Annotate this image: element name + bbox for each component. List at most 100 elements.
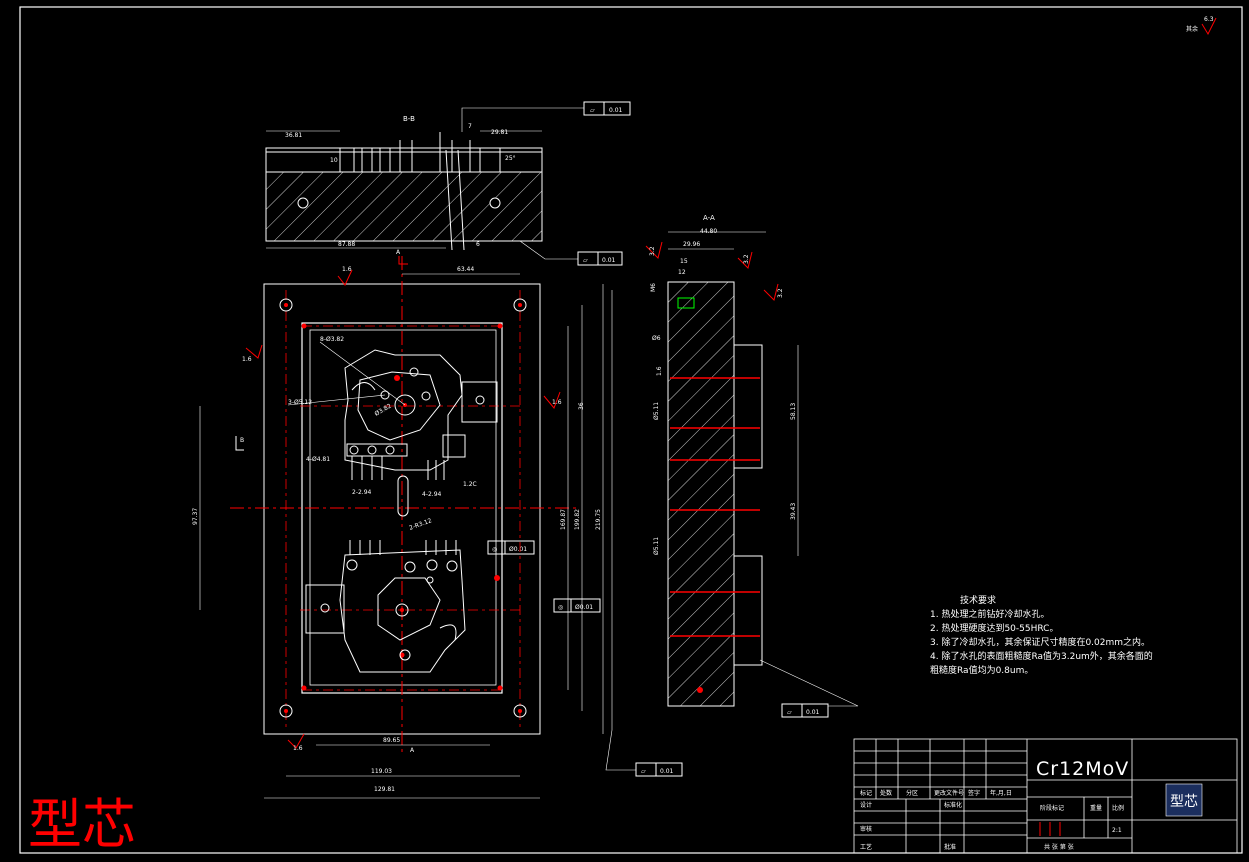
svg-text:▱: ▱ — [787, 709, 792, 716]
svg-text:处数: 处数 — [880, 789, 892, 797]
tolerance-frame-4: ◎ Ø0.01 — [553, 598, 601, 613]
svg-text:标准化: 标准化 — [944, 801, 962, 809]
svg-text:▱: ▱ — [590, 107, 595, 114]
svg-text:型芯: 型芯 — [1170, 794, 1198, 810]
tech-item-3: 3. 除了冷却水孔，其余保证尺寸精度在0.02mm之内。 — [930, 636, 1150, 648]
tech-item-4: 4. 除了水孔的表面粗糙度Ra值为3.2um外，其余各面的 — [930, 650, 1153, 662]
section-b-marker: B — [240, 437, 244, 444]
svg-text:44.80: 44.80 — [700, 228, 717, 235]
svg-text:审核: 审核 — [860, 825, 872, 833]
svg-text:重量: 重量 — [1090, 804, 1102, 812]
svg-text:119.03: 119.03 — [371, 768, 392, 775]
svg-text:标记: 标记 — [860, 789, 872, 797]
tolerance-frame-6: ▱ 0.01 — [635, 762, 683, 777]
svg-text:共 张 第 张: 共 张 第 张 — [1044, 843, 1074, 851]
svg-text:4-2.94: 4-2.94 — [422, 491, 442, 498]
tech-heading: 技术要求 — [960, 594, 996, 606]
svg-text:25°: 25° — [505, 155, 516, 162]
svg-text:0.01: 0.01 — [602, 257, 616, 264]
svg-text:4-Ø4.81: 4-Ø4.81 — [306, 456, 330, 463]
svg-text:设计: 设计 — [860, 801, 872, 809]
svg-text:1.6: 1.6 — [552, 399, 562, 406]
svg-text:129.81: 129.81 — [374, 786, 395, 793]
svg-text:Ø0.01: Ø0.01 — [509, 546, 527, 553]
svg-text:◎: ◎ — [558, 604, 563, 611]
svg-text:3.2: 3.2 — [649, 246, 656, 256]
svg-text:分区: 分区 — [906, 789, 918, 797]
svg-text:1.6: 1.6 — [293, 745, 303, 752]
plan-view: 63.44 89.65 119.03 129.81 169.87 199.82 … — [192, 249, 604, 799]
section-aa-view: A-A 44.80 29.96 15 12 M6 Ø6 1.6 58.13 39… — [645, 214, 799, 707]
svg-text:39.43: 39.43 — [790, 503, 797, 520]
svg-text:1.6: 1.6 — [656, 366, 663, 376]
svg-text:6: 6 — [476, 241, 480, 248]
sheet-border — [19, 6, 1243, 854]
tolerance-frame-3: ◎ Ø0.01 — [487, 540, 535, 555]
section-a-top: A — [396, 249, 401, 256]
section-bb-label: B-B — [403, 115, 415, 123]
svg-text:0.01: 0.01 — [660, 768, 674, 775]
svg-text:0.01: 0.01 — [806, 709, 820, 716]
logo-box: 型芯 — [1165, 783, 1203, 817]
svg-text:比例: 比例 — [1112, 804, 1124, 812]
general-surface-finish: 其余 6.3 — [1186, 16, 1217, 36]
section-a-bottom: A — [410, 747, 415, 754]
svg-text:签字: 签字 — [968, 789, 980, 797]
part-name: 型芯 — [28, 793, 136, 856]
svg-text:12: 12 — [678, 269, 686, 276]
svg-text:3.2: 3.2 — [743, 254, 750, 264]
svg-text:7: 7 — [468, 123, 472, 130]
svg-text:▱: ▱ — [641, 768, 646, 775]
svg-text:0.01: 0.01 — [609, 107, 623, 114]
svg-text:1.6: 1.6 — [342, 266, 352, 273]
svg-text:58.13: 58.13 — [790, 403, 797, 420]
tolerance-frame-5: ▱ 0.01 — [781, 703, 829, 718]
svg-text:29.96: 29.96 — [683, 241, 700, 248]
svg-text:▱: ▱ — [583, 257, 588, 264]
svg-text:36.81: 36.81 — [285, 132, 302, 139]
tech-item-2: 2. 热处理硬度达到50-55HRC。 — [930, 622, 1058, 634]
svg-text:10: 10 — [330, 157, 338, 164]
material: Cr12MoV — [1036, 758, 1129, 780]
scale-value: 2:1 — [1112, 827, 1122, 834]
svg-text:15: 15 — [680, 258, 688, 265]
svg-text:Ø5.11: Ø5.11 — [653, 537, 660, 555]
svg-text:63.44: 63.44 — [457, 266, 474, 273]
svg-text:年,月,日: 年,月,日 — [990, 789, 1012, 797]
svg-text:Ø5.11: Ø5.11 — [653, 402, 660, 420]
svg-text:Ø6: Ø6 — [652, 335, 661, 342]
title-block-text: Cr12MoV 标记 处数 分区 更改文件号 签字 年,月,日 设计 标准化 审… — [860, 758, 1129, 851]
svg-text:29.81: 29.81 — [491, 129, 508, 136]
svg-text:◎: ◎ — [492, 546, 497, 553]
svg-text:2-2.94: 2-2.94 — [352, 489, 372, 496]
svg-text:Ø0.01: Ø0.01 — [575, 604, 593, 611]
svg-text:1.2C: 1.2C — [463, 481, 477, 488]
svg-text:87.88: 87.88 — [338, 241, 355, 248]
svg-text:1.6: 1.6 — [242, 356, 252, 363]
section-aa-label: A-A — [703, 214, 715, 222]
svg-text:更改文件号: 更改文件号 — [934, 789, 964, 797]
svg-text:219.75: 219.75 — [595, 509, 602, 530]
svg-text:其余: 其余 — [1186, 25, 1198, 33]
svg-text:工艺: 工艺 — [860, 843, 872, 851]
tolerance-frame-2: ▱ 0.01 — [577, 251, 623, 266]
tech-item-5: 粗糙度Ra值均为0.8um。 — [930, 664, 1033, 676]
svg-text:M6: M6 — [650, 283, 657, 292]
technical-requirements: 技术要求 1. 热处理之前钻好冷却水孔。 2. 热处理硬度达到50-55HRC。… — [930, 594, 1153, 676]
svg-text:8-Ø3.82: 8-Ø3.82 — [320, 336, 344, 343]
svg-text:6.3: 6.3 — [1204, 16, 1214, 23]
svg-text:36: 36 — [578, 402, 585, 410]
svg-text:2-R3.12: 2-R3.12 — [408, 517, 433, 532]
svg-text:3-Ø5.12: 3-Ø5.12 — [288, 399, 312, 406]
svg-text:Ø3.82: Ø3.82 — [374, 403, 393, 418]
svg-text:批准: 批准 — [944, 843, 956, 851]
svg-text:阶段标记: 阶段标记 — [1040, 804, 1064, 812]
svg-text:3.2: 3.2 — [777, 288, 784, 298]
svg-text:97.37: 97.37 — [192, 508, 199, 525]
tolerance-frame-1: ▱ 0.01 — [583, 101, 631, 116]
svg-text:89.65: 89.65 — [383, 737, 400, 744]
section-bb-view: B-B 36.81 29.81 7 25° 87.88 6 10 — [265, 107, 584, 260]
svg-text:199.82: 199.82 — [574, 509, 581, 530]
tech-item-1: 1. 热处理之前钻好冷却水孔。 — [930, 608, 1049, 620]
svg-text:169.87: 169.87 — [560, 509, 567, 530]
